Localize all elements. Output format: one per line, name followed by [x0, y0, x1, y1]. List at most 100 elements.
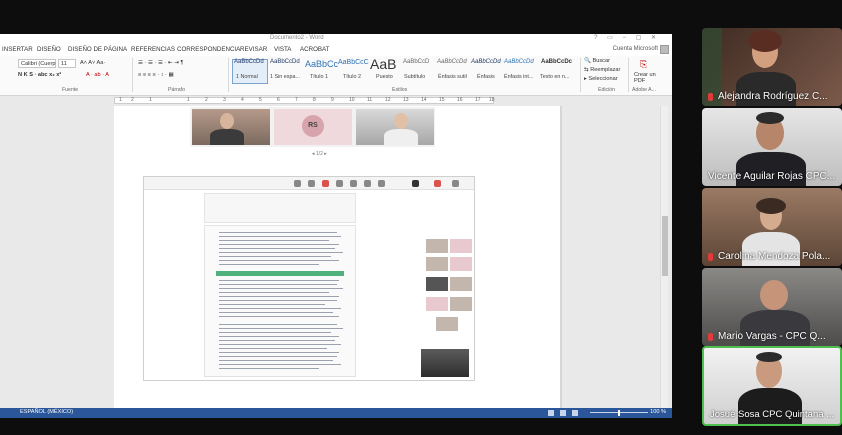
- pasted-meeting-strip-image: RS: [190, 107, 435, 147]
- participant-name: Alejandra Rodríguez C...: [718, 91, 828, 102]
- nested-icon: [452, 180, 459, 187]
- participant-tile[interactable]: Mario Vargas - CPC Q...: [702, 268, 842, 346]
- find-label: Buscar: [592, 58, 610, 64]
- tab-referencias[interactable]: REFERENCIAS: [131, 46, 175, 53]
- create-pdf-icon[interactable]: ⎘: [640, 59, 647, 70]
- ruler-number: 10: [349, 97, 355, 103]
- ruler-number: 13: [403, 97, 409, 103]
- initials-avatar: RS: [302, 115, 324, 137]
- align-icons[interactable]: ≡ ≡ ≡ ≡ · ↕ · ▦: [138, 72, 174, 78]
- list-icons[interactable]: ☰ · ☰ · ☰ · ⇤ ⇥ ¶: [138, 60, 183, 66]
- tab-insertar[interactable]: INSERTAR: [2, 46, 33, 53]
- participant-hair: [756, 198, 786, 214]
- ribbon-separator: [628, 58, 629, 92]
- tab-correspondencia[interactable]: CORRESPONDENCIA: [177, 46, 240, 53]
- style-sample-enfasis-intenso[interactable]: AaBbCcDd: [504, 59, 534, 65]
- group-label-adobe: Adobe A...: [632, 87, 656, 93]
- style-sample-texto-negrita[interactable]: AaBbCcDc: [541, 59, 572, 65]
- style-sample-titulo2[interactable]: AaBbCcC: [338, 59, 369, 66]
- text-line: [219, 308, 341, 310]
- screen: Documento2 - Word ? ▭ − ▢ ✕ INSERTAR DIS…: [0, 0, 842, 435]
- text-line: [219, 236, 341, 238]
- zoom-slider-handle[interactable]: [618, 410, 620, 416]
- horizontal-ruler: 1 2 1 1 2 3 4 5 6 7 8 9 10 11 12 13 14 1…: [114, 97, 495, 104]
- participant-tile[interactable]: Alejandra Rodríguez C...: [702, 28, 842, 106]
- nested-participant-thumb: [426, 239, 448, 253]
- font-grow-shrink-icon[interactable]: A˄ A˅ Aa·: [80, 60, 105, 66]
- group-label-paragraph: Párrafo: [168, 87, 186, 93]
- tab-vista[interactable]: VISTA: [274, 46, 291, 53]
- style-sample-sin-espacio[interactable]: AaBbCcDd: [270, 59, 300, 65]
- participant-tile[interactable]: Carolina Mendoza Pola...: [702, 188, 842, 266]
- ruler-number: 3: [223, 97, 226, 103]
- style-name-puesto: Puesto: [376, 74, 393, 80]
- text-line: [219, 344, 341, 346]
- style-name-normal: 1 Normal: [236, 74, 258, 80]
- text-line: [219, 304, 325, 306]
- nested-participant-thumb: [426, 297, 448, 311]
- font-name-box[interactable]: Calibri (Cuerp: [18, 59, 56, 68]
- ruler-number: 8: [313, 97, 316, 103]
- nested-participant-thumb: [426, 257, 448, 271]
- ruler-number: 12: [385, 97, 391, 103]
- style-sample-normal[interactable]: AaBbCcDd: [234, 59, 264, 65]
- group-label-styles: Estilos: [392, 87, 408, 93]
- text-line: [219, 232, 337, 234]
- tab-revisar[interactable]: REVISAR: [240, 46, 267, 53]
- create-pdf-label[interactable]: Crear un PDF: [634, 72, 664, 84]
- font-format-icons[interactable]: N K S · abc x₂ x²: [18, 72, 61, 78]
- zoom-level[interactable]: 100 %: [650, 409, 666, 415]
- participant-tile-active-speaker[interactable]: Josué Sosa CPC Quintana ...: [702, 346, 842, 426]
- replace-button[interactable]: ⇆ Reemplazar: [584, 67, 620, 73]
- nested-document: [204, 225, 356, 377]
- web-layout-icon[interactable]: [572, 410, 578, 416]
- participant-name: Mario Vargas - CPC Q...: [718, 331, 826, 342]
- style-sample-titulo1[interactable]: AaBbCc: [305, 59, 338, 69]
- account-avatar[interactable]: [660, 45, 669, 54]
- nested-icon: [378, 180, 385, 187]
- find-button[interactable]: 🔍 Buscar: [584, 58, 610, 64]
- read-mode-icon[interactable]: [548, 410, 554, 416]
- ruler-number: 1: [187, 97, 190, 103]
- replace-label: Reemplazar: [590, 67, 621, 73]
- style-name-texto-negrita: Texto en n...: [540, 74, 570, 80]
- text-line: [219, 252, 343, 254]
- language-indicator[interactable]: ESPAÑOL (MÉXICO): [20, 409, 73, 415]
- tab-diseno-de-pagina[interactable]: DISEÑO DE PÁGINA: [68, 46, 127, 53]
- nested-participant-thumb: [450, 257, 472, 271]
- text-line: [219, 256, 331, 258]
- style-sample-enfasis[interactable]: AaBbCcDd: [471, 59, 501, 65]
- text-line: [219, 248, 335, 250]
- tab-diseno[interactable]: DISEÑO: [37, 46, 61, 53]
- vertical-scrollbar[interactable]: [660, 106, 668, 408]
- font-size-box[interactable]: 11: [58, 59, 76, 68]
- shared-word-window: Documento2 - Word ? ▭ − ▢ ✕ INSERTAR DIS…: [0, 34, 672, 418]
- print-layout-icon[interactable]: [560, 410, 566, 416]
- ruler-number: 2: [131, 97, 134, 103]
- nested-participant-thumb: [450, 277, 472, 291]
- ruler-number: 7: [295, 97, 298, 103]
- person-face: [220, 113, 234, 129]
- ruler-number: 6: [277, 97, 280, 103]
- style-name-titulo1: Título 1: [310, 74, 328, 80]
- tab-acrobat[interactable]: ACROBAT: [300, 46, 329, 53]
- participant-hair: [756, 112, 784, 124]
- nested-icon: [434, 180, 441, 187]
- text-line: [219, 340, 335, 342]
- font-color-icon[interactable]: A · ab · A: [86, 72, 109, 78]
- person-body: [210, 129, 244, 145]
- style-sample-subtitulo[interactable]: AaBbCcD: [403, 59, 429, 65]
- select-button[interactable]: ▸ Seleccionar: [584, 76, 618, 82]
- style-sample-enfasis-sutil[interactable]: AaBbCcDd: [437, 59, 467, 65]
- account-name[interactable]: Cuenta Microsoft: [613, 46, 658, 52]
- text-line: [219, 288, 343, 290]
- window-controls[interactable]: ? ▭ − ▢ ✕: [594, 34, 660, 41]
- group-label-font: Fuente: [62, 87, 79, 93]
- scrollbar-thumb[interactable]: [662, 216, 668, 276]
- ruler-number: 1: [119, 97, 122, 103]
- text-line: [219, 300, 337, 302]
- style-sample-puesto[interactable]: AaB: [370, 56, 396, 72]
- ruler-number: 18: [489, 97, 495, 103]
- document-title: Documento2 - Word: [270, 35, 324, 41]
- participant-tile[interactable]: Vicente Aguilar Rojas CPC...: [702, 108, 842, 186]
